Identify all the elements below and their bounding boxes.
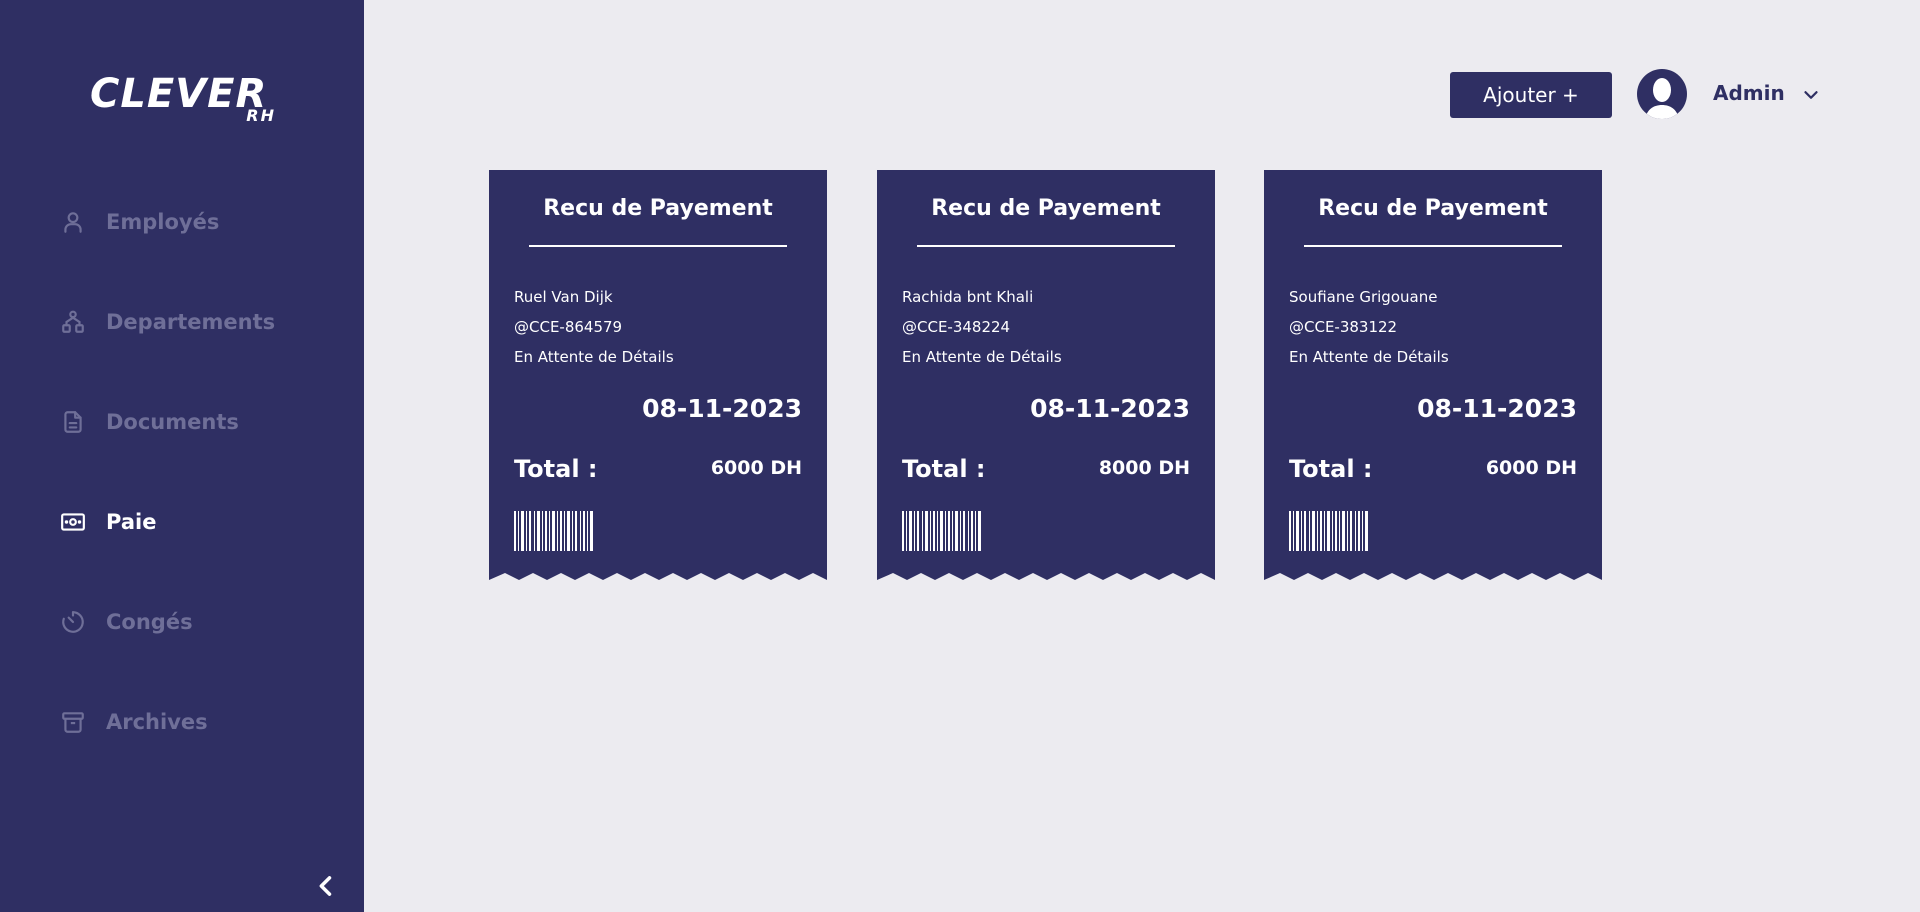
sidebar-item-conges[interactable]: Congés — [60, 602, 193, 642]
receipt-date: 08-11-2023 — [642, 394, 802, 423]
employee-name: Soufiane Grigouane — [1289, 288, 1438, 306]
sidebar-item-label: Documents — [106, 410, 239, 434]
document-icon — [60, 409, 86, 435]
title-divider — [1304, 245, 1562, 247]
title-divider — [529, 245, 787, 247]
barcode-icon — [514, 511, 593, 551]
sidebar: CLEVER RH Employés Departements Document… — [0, 0, 364, 912]
sidebar-item-documents[interactable]: Documents — [60, 402, 239, 442]
total-value: 6000 DH — [1485, 457, 1577, 479]
logo-sub-text: RH — [246, 106, 276, 125]
receipt-card[interactable]: Recu de Payement Soufiane Grigouane @CCE… — [1264, 170, 1602, 588]
receipt-date: 08-11-2023 — [1417, 394, 1577, 423]
sidebar-item-archives[interactable]: Archives — [60, 702, 208, 742]
employee-id: @CCE-864579 — [514, 318, 623, 336]
sidebar-item-label: Employés — [106, 210, 220, 234]
departments-icon — [60, 309, 86, 335]
user-icon — [60, 209, 86, 235]
archive-icon — [60, 709, 86, 735]
total-label: Total : — [514, 455, 598, 483]
logo-main-text: CLEVER — [90, 71, 268, 117]
avatar[interactable] — [1637, 69, 1687, 119]
chevron-down-icon — [1804, 91, 1818, 99]
employee-id: @CCE-383122 — [1289, 318, 1398, 336]
sidebar-item-paie[interactable]: Paie — [60, 502, 156, 542]
receipt-status: En Attente de Détails — [902, 348, 1062, 366]
sidebar-item-label: Archives — [106, 710, 208, 734]
total-label: Total : — [1289, 455, 1373, 483]
sidebar-item-departements[interactable]: Departements — [60, 302, 275, 342]
chevron-left-icon — [319, 876, 332, 896]
title-divider — [917, 245, 1175, 247]
barcode-icon — [1289, 511, 1368, 551]
clever-rh-logo[interactable]: CLEVER RH — [90, 71, 276, 125]
sidebar-item-employes[interactable]: Employés — [60, 202, 219, 242]
timer-icon — [60, 609, 86, 635]
total-value: 8000 DH — [1098, 457, 1190, 479]
receipt-card[interactable]: Recu de Payement Rachida bnt Khali @CCE-… — [877, 170, 1215, 588]
collapse-sidebar-button[interactable] — [312, 872, 340, 900]
sidebar-item-label: Departements — [106, 310, 276, 334]
barcode-icon — [902, 511, 981, 551]
receipt-status: En Attente de Détails — [514, 348, 674, 366]
sidebar-item-label: Paie — [106, 510, 157, 534]
receipt-title: Recu de Payement — [1318, 196, 1548, 221]
cash-icon — [60, 509, 86, 535]
receipt-title: Recu de Payement — [931, 196, 1161, 221]
user-avatar-icon — [1645, 78, 1679, 119]
receipt-status: En Attente de Détails — [1289, 348, 1449, 366]
receipt-date: 08-11-2023 — [1030, 394, 1190, 423]
user-menu-toggle[interactable] — [1800, 84, 1822, 106]
total-value: 6000 DH — [710, 457, 802, 479]
user-name[interactable]: Admin — [1713, 81, 1785, 105]
employee-name: Rachida bnt Khali — [902, 288, 1034, 306]
total-label: Total : — [902, 455, 986, 483]
employee-name: Ruel Van Dijk — [514, 288, 613, 306]
receipt-title: Recu de Payement — [543, 196, 773, 221]
sidebar-item-label: Congés — [106, 610, 193, 634]
employee-id: @CCE-348224 — [902, 318, 1011, 336]
add-button[interactable]: Ajouter + — [1450, 72, 1612, 118]
receipt-card[interactable]: Recu de Payement Ruel Van Dijk @CCE-8645… — [489, 170, 827, 588]
